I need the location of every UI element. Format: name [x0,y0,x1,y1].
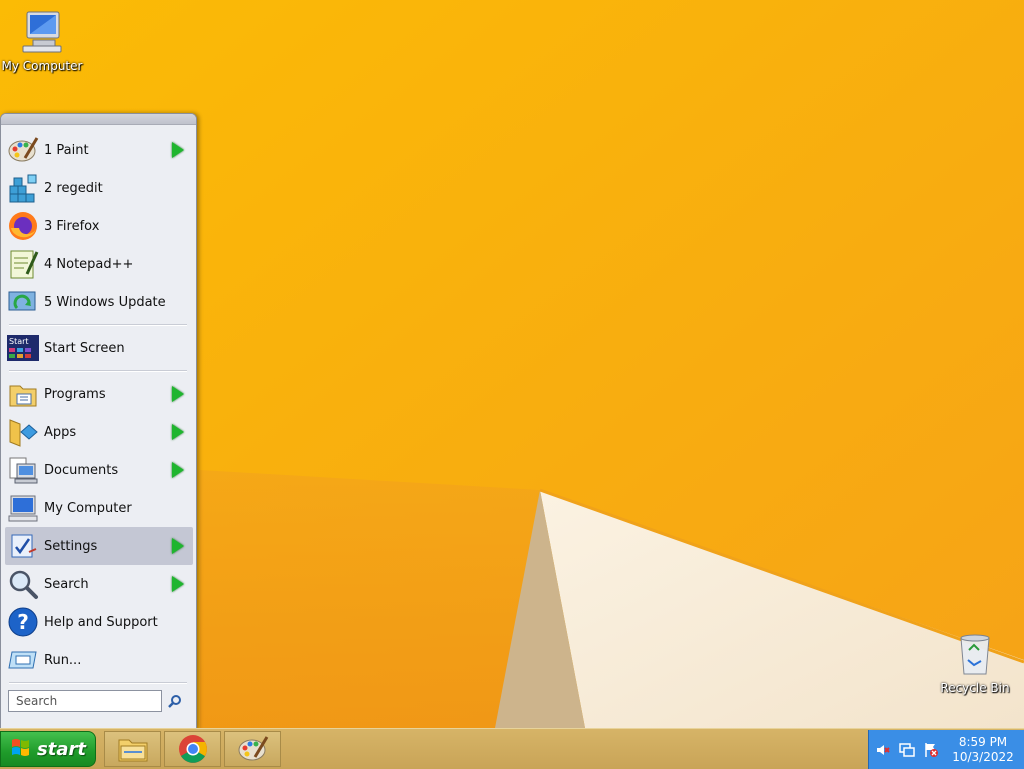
menu-item-label: 3 Firefox [44,218,100,234]
search-button[interactable] [166,692,184,710]
submenu-arrow-icon [172,462,184,478]
menu-item-label: Start Screen [44,340,125,356]
my-computer-icon [0,10,84,57]
start-menu-header [1,114,196,125]
menu-item-search[interactable]: Search [5,565,193,603]
menu-item-paint[interactable]: 1 Paint [5,131,193,169]
action-center-alert-icon[interactable] [923,742,939,758]
magnifier-icon [168,695,181,708]
menu-item-label: Run... [44,652,82,668]
windows-logo-icon [11,737,31,761]
menu-item-label: Documents [44,462,119,478]
start-menu-search-input[interactable]: Search [8,690,162,712]
menu-item-windows-update[interactable]: 5 Windows Update [5,283,193,321]
menu-item-label: My Computer [44,500,132,516]
menu-item-label: 5 Windows Update [44,294,166,310]
folder-icon [118,739,147,762]
documents-icon [6,453,40,487]
chrome-icon [178,735,207,763]
taskbar-button-paint[interactable] [224,731,281,767]
paint-icon [238,736,268,761]
clock-time: 8:59 PM [958,735,1008,749]
network-icon[interactable] [899,742,915,758]
taskbar-button-chrome[interactable] [164,731,221,767]
desktop-icon-my-computer[interactable]: My Computer [0,10,84,73]
menu-separator [9,370,187,372]
programs-icon [6,377,40,411]
regedit-icon [6,171,40,205]
menu-item-help-and-support[interactable]: ? Help and Support [5,603,193,641]
volume-muted-icon[interactable] [875,742,891,758]
menu-item-label: 1 Paint [44,142,89,158]
notepad-plus-plus-icon [6,247,40,281]
menu-item-settings[interactable]: Settings [5,527,193,565]
windows-update-icon [6,285,40,319]
submenu-arrow-icon [172,424,184,440]
desktop-icon-label: My Computer [1,59,83,73]
menu-item-label: Apps [44,424,77,440]
menu-item-firefox[interactable]: 3 Firefox [5,207,193,245]
taskbar: start 8:59 PM 10/3/2022 [0,728,1024,769]
submenu-arrow-icon [172,538,184,554]
menu-item-apps[interactable]: Apps [5,413,193,451]
menu-item-label: Programs [44,386,106,402]
search-placeholder: Search [16,694,58,708]
menu-item-label: Settings [44,538,98,554]
menu-item-documents[interactable]: Documents [5,451,193,489]
system-tray: 8:59 PM 10/3/2022 [868,730,1024,769]
menu-item-label: Help and Support [44,614,158,630]
menu-item-my-computer[interactable]: My Computer [5,489,193,527]
run-icon [6,643,40,677]
start-menu: 1 Paint 2 regedit 3 Firefox 4 Notepad++ … [0,113,197,730]
firefox-icon [6,209,40,243]
recycle-bin-icon [933,632,1017,679]
help-icon: ? [6,605,40,639]
start-label: start [37,738,86,760]
menu-item-label: Search [44,576,89,592]
submenu-arrow-icon [172,576,184,592]
menu-item-run[interactable]: Run... [5,641,193,679]
submenu-arrow-icon [172,142,184,158]
menu-item-regedit[interactable]: 2 regedit [5,169,193,207]
start-screen-icon: Start [6,331,40,365]
taskbar-button-file-explorer[interactable] [104,731,161,767]
taskbar-clock[interactable]: 8:59 PM 10/3/2022 [945,735,1021,765]
svg-text:?: ? [17,610,29,634]
menu-item-label: 2 regedit [44,180,103,196]
clock-date: 10/3/2022 [952,750,1014,764]
menu-item-label: 4 Notepad++ [44,256,134,272]
apps-icon [6,415,40,449]
my-computer-icon [6,491,40,525]
svg-text:Start: Start [9,337,29,346]
menu-item-notepad-plus-plus[interactable]: 4 Notepad++ [5,245,193,283]
menu-item-programs[interactable]: Programs [5,375,193,413]
start-button[interactable]: start [0,731,96,767]
settings-icon [6,529,40,563]
desktop-icon-label: Recycle Bin [940,681,1010,695]
menu-separator [9,682,187,684]
menu-item-start-screen[interactable]: Start Start Screen [5,329,193,367]
submenu-arrow-icon [172,386,184,402]
menu-separator [9,324,187,326]
paint-icon [6,133,40,167]
desktop-icon-recycle-bin[interactable]: Recycle Bin [933,632,1017,695]
search-icon [6,567,40,601]
